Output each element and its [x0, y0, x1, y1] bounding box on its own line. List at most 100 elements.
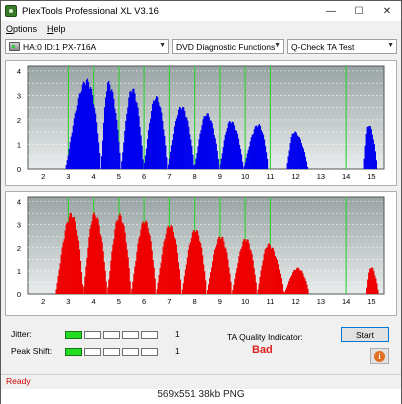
minimize-button[interactable]: —: [317, 1, 345, 21]
y-tick-label: 1: [17, 267, 21, 276]
window-title: PlexTools Professional XL V3.16: [22, 5, 159, 17]
function-select[interactable]: DVD Diagnostic Functions ▼: [172, 39, 284, 54]
menu-options-label: ptions: [13, 24, 38, 34]
x-tick-label: 8: [193, 172, 197, 181]
start-button[interactable]: Start: [341, 327, 389, 342]
data-bar: [217, 159, 219, 169]
x-tick-label: 6: [142, 297, 146, 306]
y-tick-label: 3: [17, 221, 21, 230]
x-tick-label: 9: [218, 172, 222, 181]
y-tick-label: 2: [17, 244, 21, 253]
x-tick-label: 11: [266, 172, 274, 181]
x-tick-label: 14: [342, 297, 350, 306]
chevron-down-icon: ▼: [387, 42, 394, 49]
data-bar: [98, 153, 101, 169]
data-bar: [306, 166, 309, 169]
image-caption: 569x551 38kb PNG: [1, 389, 401, 404]
y-tick-label: 4: [17, 67, 21, 76]
data-bar: [230, 281, 232, 294]
peak-shift-meter-segment: [141, 348, 158, 356]
x-tick-label: 4: [92, 172, 96, 181]
data-bar: [81, 284, 84, 294]
x-tick-label: 9: [218, 297, 222, 306]
x-tick-label: 3: [66, 297, 70, 306]
status-bar: Ready: [1, 374, 401, 388]
test-select[interactable]: Q-Check TA Test ▼: [287, 39, 397, 54]
data-bar: [129, 281, 131, 294]
menu-help-label: elp: [53, 24, 66, 34]
jitter-label: Jitter:: [11, 329, 32, 339]
top-chart-panel: 0 1 2 3 4 2 3 4 5 6 7 8 9 10 11 12 13 14 15: [5, 60, 397, 186]
x-tick-label: 3: [66, 172, 70, 181]
data-bar: [105, 281, 107, 294]
data-bar: [266, 158, 269, 169]
x-tick-label: 4: [92, 297, 96, 306]
chevron-down-icon: ▼: [274, 42, 281, 49]
peak-shift-meter-segment: [103, 348, 120, 356]
x-tick-label: 5: [117, 172, 121, 181]
title-bar: PlexTools Professional XL V3.16 — ☐ ✕: [1, 1, 401, 21]
x-tick-label: 7: [167, 172, 171, 181]
x-tick-label: 5: [117, 297, 121, 306]
menu-help[interactable]: Help: [42, 24, 71, 34]
data-bar: [241, 161, 244, 169]
y-tick-label: 0: [17, 290, 21, 299]
y-tick-label: 4: [17, 198, 21, 207]
data-bar: [166, 157, 168, 169]
x-tick-label: 13: [317, 297, 325, 306]
data-bar: [119, 152, 121, 169]
menu-bar: Options Help: [1, 22, 401, 36]
info-button[interactable]: i: [370, 348, 389, 364]
jitter-meter-segment: [84, 331, 101, 339]
peak-shift-meter-segment: [65, 348, 82, 356]
jitter-meter-segment: [122, 331, 139, 339]
data-bar: [377, 289, 379, 294]
status-text: Ready: [6, 376, 31, 386]
drive-icon: [9, 42, 20, 51]
ta-quality-result: Bad: [252, 344, 273, 356]
x-tick-label: 7: [167, 297, 171, 306]
maximize-button[interactable]: ☐: [345, 1, 373, 21]
jitter-value: 1: [175, 329, 180, 339]
toolbar: HA:0 ID:1 PX-716A ▼ DVD Diagnostic Funct…: [1, 37, 401, 57]
peak-shift-value: 1: [175, 346, 180, 356]
y-tick-label: 1: [17, 140, 21, 149]
x-tick-label: 2: [41, 297, 45, 306]
x-tick-label: 14: [342, 172, 350, 181]
jitter-meter-segment: [65, 331, 82, 339]
y-tick-label: 2: [17, 116, 21, 125]
data-bar: [375, 160, 377, 169]
x-tick-label: 12: [291, 297, 299, 306]
data-bar: [282, 291, 285, 294]
peak-shift-meter: [65, 348, 158, 356]
app-window: PlexTools Professional XL V3.16 — ☐ ✕ Op…: [0, 0, 402, 404]
jitter-meter-segment: [141, 331, 158, 339]
drive-select[interactable]: HA:0 ID:1 PX-716A ▼: [5, 39, 169, 54]
jitter-meter: [65, 331, 158, 339]
drive-select-value: HA:0 ID:1 PX-716A: [23, 41, 97, 52]
function-select-value: DVD Diagnostic Functions: [176, 41, 276, 52]
chevron-down-icon: ▼: [159, 42, 166, 49]
close-button[interactable]: ✕: [373, 1, 401, 21]
x-tick-label: 8: [193, 297, 197, 306]
x-tick-label: 10: [241, 297, 249, 306]
menu-options-accel: O: [6, 24, 14, 34]
x-tick-label: 11: [266, 297, 274, 306]
x-tick-label: 13: [317, 172, 325, 181]
test-select-value: Q-Check TA Test: [291, 41, 355, 52]
x-tick-label: 15: [367, 172, 375, 181]
top-chart: 012342 3 4 5 6 7 8 9 10 11 12 13 14 15: [17, 65, 385, 181]
peak-shift-meter-segment: [122, 348, 139, 356]
info-icon: i: [374, 350, 385, 362]
x-tick-label: 10: [241, 172, 249, 181]
x-tick-label: 15: [367, 297, 375, 306]
data-bar: [179, 279, 182, 294]
y-tick-label: 0: [17, 165, 21, 174]
menu-options[interactable]: Options: [1, 24, 42, 34]
quality-panel: Jitter: 1 Peak Shift: 1 TA Quality Indic…: [5, 321, 397, 371]
x-tick-label: 2: [41, 172, 45, 181]
y-tick-label: 3: [17, 91, 21, 100]
peak-shift-label: Peak Shift:: [11, 346, 53, 356]
data-bar: [307, 288, 309, 294]
plextools-app-icon: [5, 5, 17, 17]
